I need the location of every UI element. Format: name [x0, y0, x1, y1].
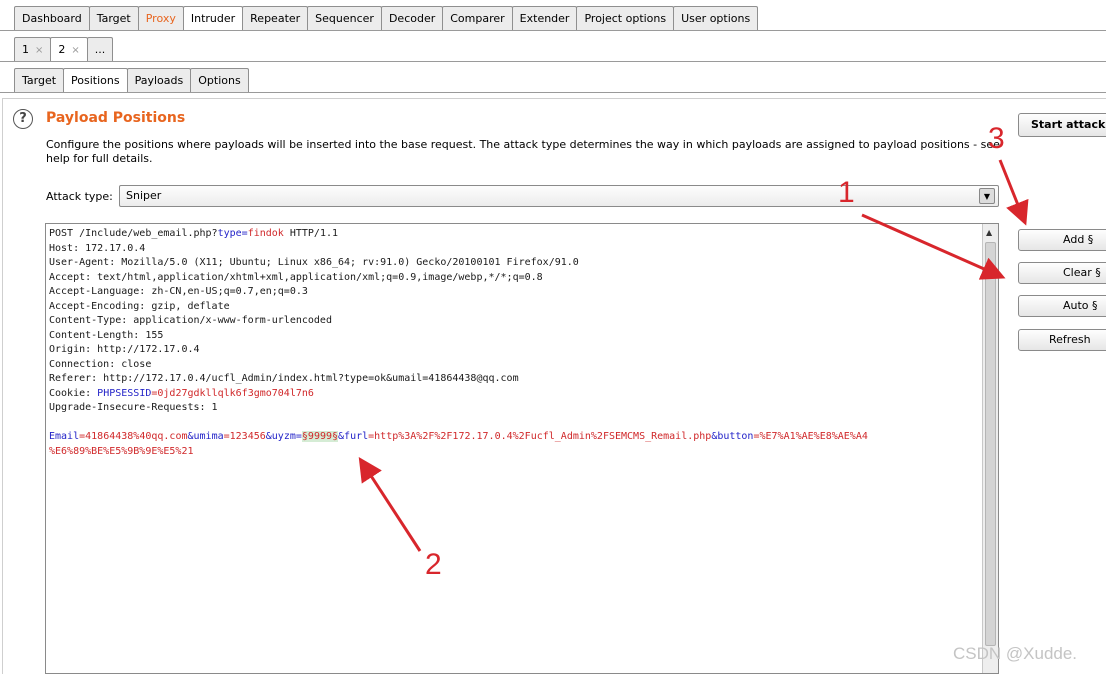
annotation-number-3: 3 — [988, 122, 1005, 155]
editor-scrollbar[interactable]: ▲ — [982, 224, 998, 673]
chevron-down-icon[interactable]: ▼ — [979, 188, 995, 204]
attack-tab-new[interactable]: ... — [86, 37, 114, 61]
close-icon[interactable]: × — [71, 45, 79, 56]
attack-type-select[interactable]: Sniper ▼ — [119, 185, 999, 207]
request-editor[interactable]: POST /Include/web_email.php?type=findok … — [45, 223, 999, 674]
tab-intruder-options[interactable]: Options — [190, 68, 249, 92]
request-text: POST /Include/web_email.php?type=findok … — [49, 228, 868, 457]
main-tab-bar: Dashboard Target Proxy Intruder Repeater… — [14, 6, 759, 30]
attack-type-label: Attack type: — [46, 190, 113, 203]
clear-marker-button[interactable]: Clear § — [1018, 262, 1106, 284]
tab-extender[interactable]: Extender — [511, 6, 578, 30]
tab-intruder[interactable]: Intruder — [182, 6, 244, 30]
start-attack-button[interactable]: Start attack — [1018, 113, 1106, 137]
page-title: Payload Positions — [46, 110, 186, 126]
payload-position-marker: §9999§ — [301, 431, 339, 442]
tab-intruder-payloads[interactable]: Payloads — [126, 68, 192, 92]
tab-user-options[interactable]: User options — [673, 6, 759, 30]
tab-bar-divider — [0, 30, 1106, 31]
add-marker-button[interactable]: Add § — [1018, 229, 1106, 251]
tab-dashboard[interactable]: Dashboard — [14, 6, 90, 30]
annotation-number-2: 2 — [425, 548, 442, 581]
tab-decoder[interactable]: Decoder — [380, 6, 444, 30]
tab-target[interactable]: Target — [88, 6, 139, 30]
scroll-thumb[interactable] — [985, 242, 996, 647]
tab-repeater[interactable]: Repeater — [242, 6, 309, 30]
tab-sequencer[interactable]: Sequencer — [307, 6, 382, 30]
close-icon[interactable]: × — [35, 45, 43, 56]
section-description: Configure the positions where payloads w… — [46, 138, 1000, 165]
intruder-tab-bar: Target Positions Payloads Options — [14, 68, 249, 92]
annotation-number-1: 1 — [838, 176, 855, 209]
attack-tab-divider — [0, 61, 1106, 62]
watermark: CSDN @Xudde. — [953, 644, 1078, 663]
scroll-up-icon[interactable]: ▲ — [986, 228, 992, 237]
help-icon[interactable]: ? — [13, 109, 33, 129]
tab-project-options[interactable]: Project options — [576, 6, 675, 30]
refresh-button[interactable]: Refresh — [1018, 329, 1106, 351]
tab-intruder-positions[interactable]: Positions — [63, 68, 128, 92]
attack-tab-1[interactable]: 1 × — [14, 37, 52, 61]
auto-marker-button[interactable]: Auto § — [1018, 295, 1106, 317]
attack-type-value: Sniper — [126, 189, 162, 202]
attack-tab-2[interactable]: 2 × — [50, 37, 88, 61]
attack-tab-bar: 1 × 2 × ... — [14, 37, 114, 61]
tab-proxy[interactable]: Proxy — [137, 6, 184, 30]
tab-intruder-target[interactable]: Target — [14, 68, 65, 92]
tab-comparer[interactable]: Comparer — [442, 6, 513, 30]
intruder-tab-divider — [0, 92, 1106, 93]
